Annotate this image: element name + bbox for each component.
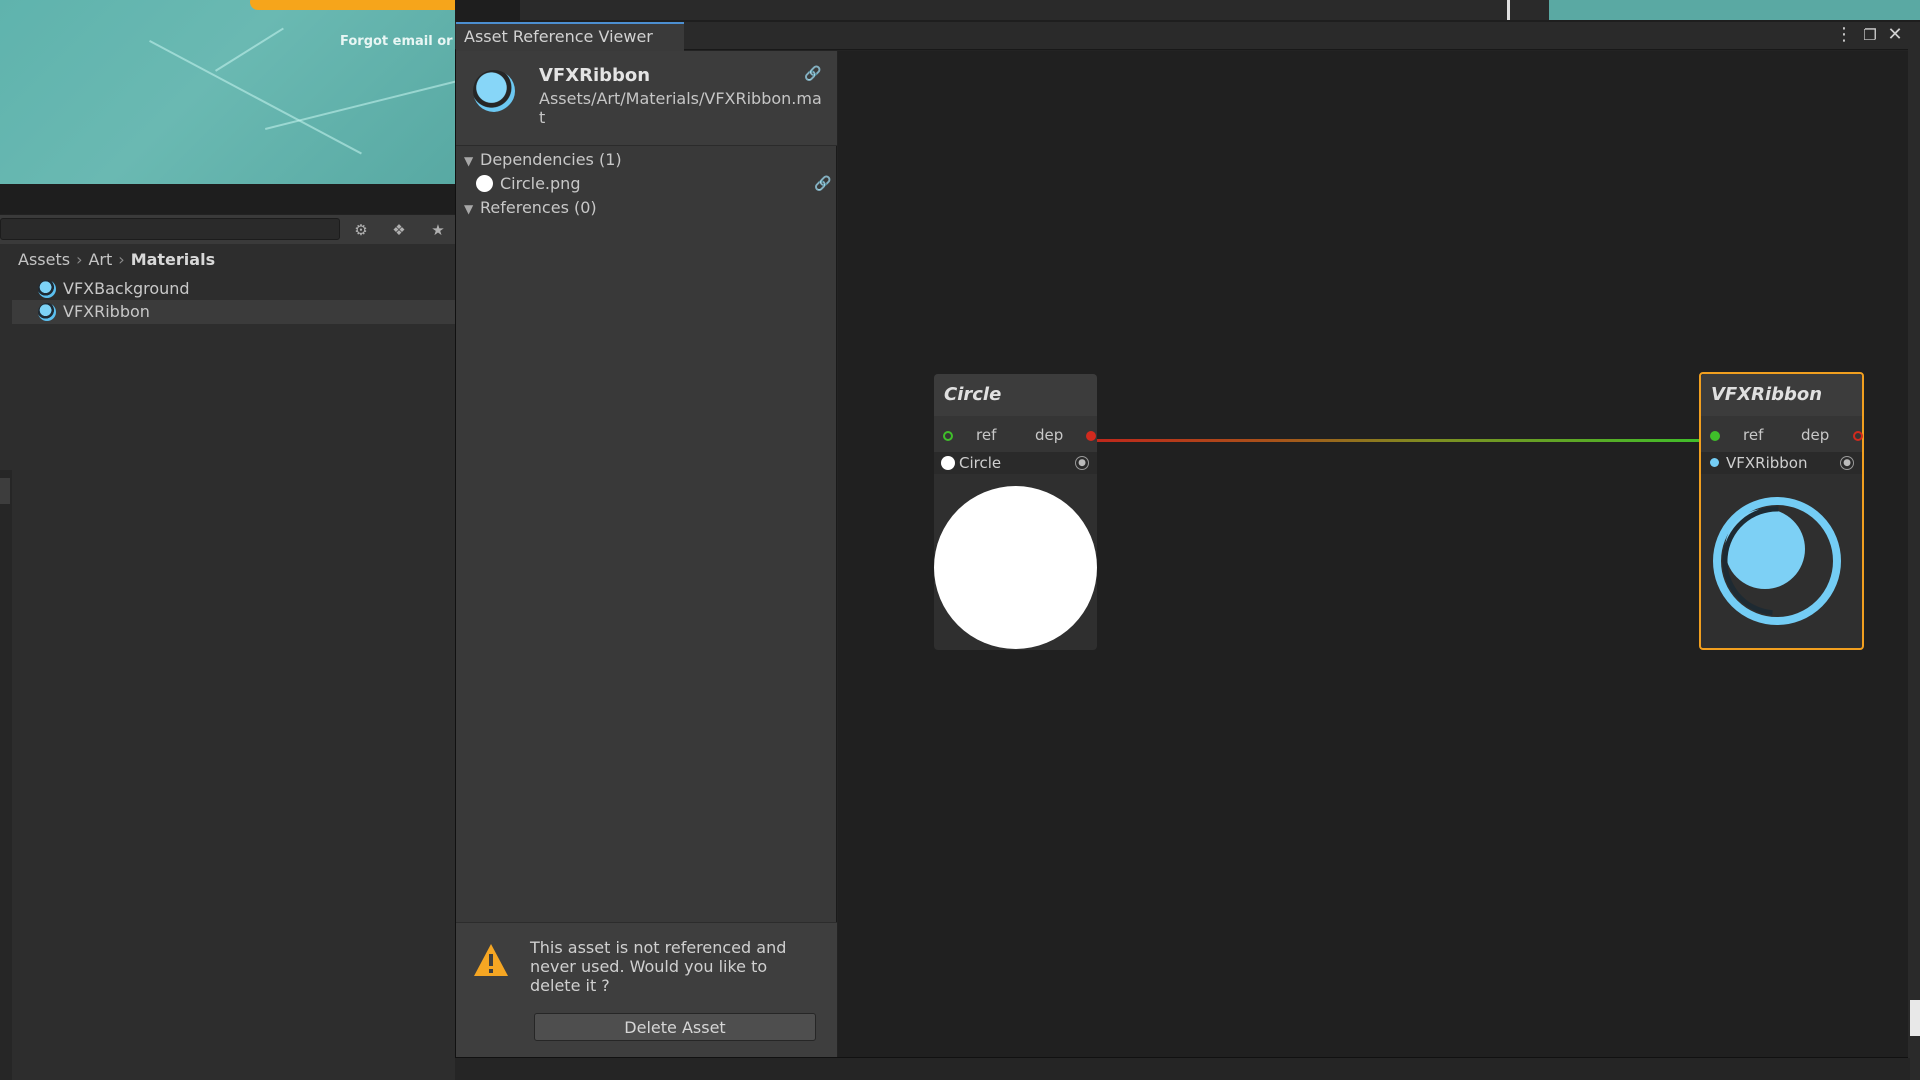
material-preview-icon bbox=[473, 70, 515, 112]
game-view: Forgot email or bbox=[0, 0, 455, 184]
references-foldout[interactable]: ▼ References (0) bbox=[464, 197, 597, 220]
chevron-right-icon: › bbox=[118, 250, 125, 269]
node-asset-label: Circle bbox=[959, 454, 1002, 472]
panel-divider bbox=[1507, 0, 1510, 20]
breadcrumb-item[interactable]: Art bbox=[88, 250, 112, 269]
link-icon[interactable]: 🔗 bbox=[814, 176, 831, 192]
favorite-star-icon[interactable]: ★ bbox=[427, 219, 449, 241]
bottom-status-bar bbox=[455, 1058, 1910, 1080]
tab-asset-reference-viewer[interactable]: Asset Reference Viewer bbox=[456, 22, 684, 51]
texture-preview bbox=[934, 486, 1097, 649]
texture-icon bbox=[476, 175, 493, 192]
ref-port[interactable] bbox=[943, 431, 953, 441]
right-scrollbar[interactable] bbox=[1908, 22, 1920, 1080]
maximize-icon[interactable]: ❐ bbox=[1859, 24, 1881, 46]
game-view-line bbox=[149, 40, 362, 155]
ref-port-label: ref bbox=[1743, 426, 1764, 444]
dep-port[interactable] bbox=[1853, 431, 1863, 441]
close-icon[interactable]: ✕ bbox=[1884, 24, 1906, 46]
node-asset-row: VFXRibbon ● bbox=[1701, 452, 1862, 474]
asset-name: VFXRibbon bbox=[539, 65, 651, 86]
filter-by-type-icon[interactable]: ⚙ bbox=[350, 219, 372, 241]
dep-port[interactable] bbox=[1086, 431, 1096, 441]
node-asset-row: Circle ● bbox=[934, 452, 1097, 474]
chevron-right-icon: › bbox=[76, 250, 83, 269]
select-object-icon[interactable]: ● bbox=[1840, 456, 1854, 470]
asset-path: Assets/Art/Materials/VFXRibbon.mat bbox=[539, 89, 822, 127]
more-options-icon[interactable]: ⋮ bbox=[1833, 24, 1855, 46]
material-icon bbox=[1710, 458, 1719, 467]
warning-message: This asset is not referenced and never u… bbox=[530, 938, 787, 995]
project-search-input[interactable] bbox=[0, 218, 340, 240]
material-icon bbox=[38, 280, 56, 298]
dependency-item-label: Circle.png bbox=[500, 174, 581, 193]
triangle-down-icon: ▼ bbox=[464, 202, 474, 216]
file-item-vfxribbon[interactable]: VFXRibbon bbox=[12, 300, 455, 324]
ref-port[interactable] bbox=[1710, 431, 1720, 441]
delete-asset-button[interactable]: Delete Asset bbox=[534, 1013, 816, 1041]
project-panel bbox=[0, 244, 455, 1080]
game-view-orange-bar bbox=[250, 0, 455, 10]
dependency-connection bbox=[1090, 439, 1707, 442]
texture-icon bbox=[941, 456, 955, 470]
editor-toolbar-strip bbox=[520, 0, 1549, 20]
game-view-line bbox=[265, 79, 455, 130]
warning-icon bbox=[474, 944, 508, 976]
left-gutter-handle[interactable] bbox=[0, 478, 10, 504]
scrollbar-thumb[interactable] bbox=[1910, 1000, 1920, 1036]
forgot-email-text: Forgot email or bbox=[340, 34, 453, 49]
filter-by-label-icon[interactable]: ❖ bbox=[388, 219, 410, 241]
game-view-line bbox=[215, 27, 284, 72]
node-ports: ref dep bbox=[1701, 416, 1863, 452]
references-label: References (0) bbox=[480, 198, 597, 217]
file-item-label: VFXBackground bbox=[63, 279, 190, 298]
dependencies-foldout[interactable]: ▼ Dependencies (1) bbox=[464, 149, 622, 172]
node-title: VFXRibbon bbox=[1701, 374, 1862, 416]
dep-port-label: dep bbox=[1035, 426, 1064, 444]
material-icon bbox=[38, 303, 56, 321]
triangle-down-icon: ▼ bbox=[464, 154, 474, 168]
left-gutter bbox=[0, 470, 12, 1080]
file-item-vfxbackground[interactable]: VFXBackground bbox=[12, 277, 455, 301]
file-item-label: VFXRibbon bbox=[63, 302, 150, 321]
ref-port-label: ref bbox=[976, 426, 997, 444]
breadcrumb-item-current[interactable]: Materials bbox=[131, 250, 215, 269]
dep-port-label: dep bbox=[1801, 426, 1830, 444]
node-ports: ref dep bbox=[934, 416, 1097, 452]
scene-view-strip bbox=[1549, 0, 1920, 20]
breadcrumb: Assets › Art › Materials bbox=[18, 250, 215, 269]
material-preview bbox=[1713, 497, 1841, 625]
dependency-item[interactable]: Circle.png bbox=[476, 173, 580, 195]
select-object-icon[interactable]: ● bbox=[1075, 456, 1089, 470]
dependencies-label: Dependencies (1) bbox=[480, 150, 622, 169]
link-icon[interactable]: 🔗 bbox=[804, 66, 821, 82]
node-title: Circle bbox=[934, 374, 1097, 416]
node-asset-label: VFXRibbon bbox=[1726, 454, 1808, 472]
breadcrumb-item[interactable]: Assets bbox=[18, 250, 70, 269]
